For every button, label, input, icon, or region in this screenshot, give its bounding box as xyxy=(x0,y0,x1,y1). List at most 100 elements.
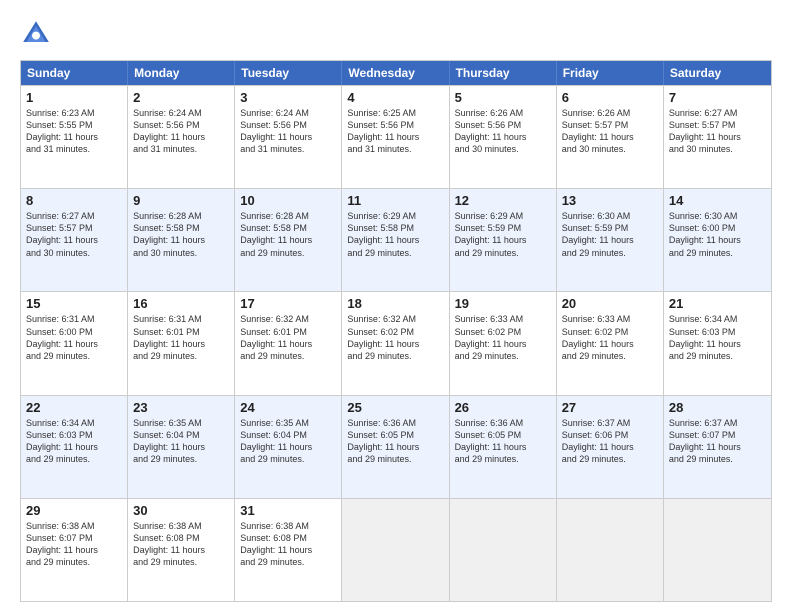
cal-header-day: Monday xyxy=(128,61,235,85)
day-number: 9 xyxy=(133,193,229,208)
day-number: 27 xyxy=(562,400,658,415)
calendar-cell xyxy=(342,499,449,601)
day-info: Sunrise: 6:31 AM Sunset: 6:00 PM Dayligh… xyxy=(26,313,122,362)
day-number: 14 xyxy=(669,193,766,208)
day-number: 16 xyxy=(133,296,229,311)
day-number: 2 xyxy=(133,90,229,105)
calendar-cell: 21 Sunrise: 6:34 AM Sunset: 6:03 PM Dayli… xyxy=(664,292,771,394)
day-info: Sunrise: 6:35 AM Sunset: 6:04 PM Dayligh… xyxy=(133,417,229,466)
calendar-cell: 1 Sunrise: 6:23 AM Sunset: 5:55 PM Daylig… xyxy=(21,86,128,188)
cal-header-day: Friday xyxy=(557,61,664,85)
day-number: 26 xyxy=(455,400,551,415)
calendar-cell: 25 Sunrise: 6:36 AM Sunset: 6:05 PM Dayli… xyxy=(342,396,449,498)
day-number: 6 xyxy=(562,90,658,105)
calendar-cell: 3 Sunrise: 6:24 AM Sunset: 5:56 PM Daylig… xyxy=(235,86,342,188)
calendar-cell: 2Sunrise: 6:24 AM Sunset: 5:56 PM Daylig… xyxy=(128,86,235,188)
day-number: 12 xyxy=(455,193,551,208)
header xyxy=(20,18,772,50)
calendar-cell: 13 Sunrise: 6:30 AM Sunset: 5:59 PM Dayli… xyxy=(557,189,664,291)
calendar-week: 15 Sunrise: 6:31 AM Sunset: 6:00 PM Dayli… xyxy=(21,291,771,394)
calendar: SundayMondayTuesdayWednesdayThursdayFrid… xyxy=(20,60,772,602)
calendar-cell: 27 Sunrise: 6:37 AM Sunset: 6:06 PM Dayli… xyxy=(557,396,664,498)
calendar-cell: 6 Sunrise: 6:26 AM Sunset: 5:57 PM Daylig… xyxy=(557,86,664,188)
day-number: 1 xyxy=(26,90,122,105)
day-info: Sunrise: 6:25 AM Sunset: 5:56 PM Dayligh… xyxy=(347,107,443,156)
day-info: Sunrise: 6:26 AM Sunset: 5:57 PM Dayligh… xyxy=(562,107,658,156)
day-number: 7 xyxy=(669,90,766,105)
day-info: Sunrise: 6:37 AM Sunset: 6:07 PM Dayligh… xyxy=(669,417,766,466)
calendar-cell: 24Sunrise: 6:35 AM Sunset: 6:04 PM Dayli… xyxy=(235,396,342,498)
calendar-cell: 31 Sunrise: 6:38 AM Sunset: 6:08 PM Dayli… xyxy=(235,499,342,601)
day-number: 21 xyxy=(669,296,766,311)
calendar-cell: 23 Sunrise: 6:35 AM Sunset: 6:04 PM Dayli… xyxy=(128,396,235,498)
day-number: 4 xyxy=(347,90,443,105)
cal-header-day: Thursday xyxy=(450,61,557,85)
calendar-cell: 16 Sunrise: 6:31 AM Sunset: 6:01 PM Dayli… xyxy=(128,292,235,394)
day-number: 23 xyxy=(133,400,229,415)
day-number: 17 xyxy=(240,296,336,311)
calendar-cell xyxy=(450,499,557,601)
calendar-cell: 26 Sunrise: 6:36 AM Sunset: 6:05 PM Dayli… xyxy=(450,396,557,498)
day-number: 22 xyxy=(26,400,122,415)
day-number: 13 xyxy=(562,193,658,208)
day-info: Sunrise: 6:24 AM Sunset: 5:56 PM Dayligh… xyxy=(240,107,336,156)
day-info: Sunrise: 6:28 AM Sunset: 5:58 PM Dayligh… xyxy=(240,210,336,259)
calendar-week: 1 Sunrise: 6:23 AM Sunset: 5:55 PM Daylig… xyxy=(21,85,771,188)
calendar-cell: 11 Sunrise: 6:29 AM Sunset: 5:58 PM Dayli… xyxy=(342,189,449,291)
day-info: Sunrise: 6:27 AM Sunset: 5:57 PM Dayligh… xyxy=(26,210,122,259)
day-info: Sunrise: 6:36 AM Sunset: 6:05 PM Dayligh… xyxy=(347,417,443,466)
day-number: 3 xyxy=(240,90,336,105)
page: SundayMondayTuesdayWednesdayThursdayFrid… xyxy=(0,0,792,612)
day-number: 5 xyxy=(455,90,551,105)
day-info: Sunrise: 6:30 AM Sunset: 6:00 PM Dayligh… xyxy=(669,210,766,259)
day-number: 31 xyxy=(240,503,336,518)
calendar-cell: 9 Sunrise: 6:28 AM Sunset: 5:58 PM Daylig… xyxy=(128,189,235,291)
day-info: Sunrise: 6:27 AM Sunset: 5:57 PM Dayligh… xyxy=(669,107,766,156)
calendar-cell: 20 Sunrise: 6:33 AM Sunset: 6:02 PM Dayli… xyxy=(557,292,664,394)
day-info: Sunrise: 6:29 AM Sunset: 5:59 PM Dayligh… xyxy=(455,210,551,259)
calendar-cell: 18Sunrise: 6:32 AM Sunset: 6:02 PM Dayli… xyxy=(342,292,449,394)
calendar-cell: 10 Sunrise: 6:28 AM Sunset: 5:58 PM Dayli… xyxy=(235,189,342,291)
day-info: Sunrise: 6:30 AM Sunset: 5:59 PM Dayligh… xyxy=(562,210,658,259)
calendar-cell: 19Sunrise: 6:33 AM Sunset: 6:02 PM Dayli… xyxy=(450,292,557,394)
cal-header-day: Wednesday xyxy=(342,61,449,85)
calendar-week: 29 Sunrise: 6:38 AM Sunset: 6:07 PM Dayli… xyxy=(21,498,771,601)
day-info: Sunrise: 6:38 AM Sunset: 6:07 PM Dayligh… xyxy=(26,520,122,569)
day-info: Sunrise: 6:37 AM Sunset: 6:06 PM Dayligh… xyxy=(562,417,658,466)
day-number: 19 xyxy=(455,296,551,311)
calendar-header: SundayMondayTuesdayWednesdayThursdayFrid… xyxy=(21,61,771,85)
day-number: 15 xyxy=(26,296,122,311)
day-info: Sunrise: 6:34 AM Sunset: 6:03 PM Dayligh… xyxy=(669,313,766,362)
day-info: Sunrise: 6:33 AM Sunset: 6:02 PM Dayligh… xyxy=(562,313,658,362)
calendar-cell xyxy=(557,499,664,601)
day-info: Sunrise: 6:23 AM Sunset: 5:55 PM Dayligh… xyxy=(26,107,122,156)
day-number: 10 xyxy=(240,193,336,208)
calendar-cell: 7 Sunrise: 6:27 AM Sunset: 5:57 PM Daylig… xyxy=(664,86,771,188)
day-info: Sunrise: 6:32 AM Sunset: 6:02 PM Dayligh… xyxy=(347,313,443,362)
day-info: Sunrise: 6:35 AM Sunset: 6:04 PM Dayligh… xyxy=(240,417,336,466)
cal-header-day: Tuesday xyxy=(235,61,342,85)
calendar-cell: 22Sunrise: 6:34 AM Sunset: 6:03 PM Dayli… xyxy=(21,396,128,498)
calendar-body: 1 Sunrise: 6:23 AM Sunset: 5:55 PM Daylig… xyxy=(21,85,771,601)
calendar-cell: 15 Sunrise: 6:31 AM Sunset: 6:00 PM Dayli… xyxy=(21,292,128,394)
calendar-week: 8Sunrise: 6:27 AM Sunset: 5:57 PM Daylig… xyxy=(21,188,771,291)
cal-header-day: Saturday xyxy=(664,61,771,85)
day-info: Sunrise: 6:36 AM Sunset: 6:05 PM Dayligh… xyxy=(455,417,551,466)
day-info: Sunrise: 6:31 AM Sunset: 6:01 PM Dayligh… xyxy=(133,313,229,362)
calendar-cell: 8Sunrise: 6:27 AM Sunset: 5:57 PM Daylig… xyxy=(21,189,128,291)
day-info: Sunrise: 6:26 AM Sunset: 5:56 PM Dayligh… xyxy=(455,107,551,156)
day-info: Sunrise: 6:28 AM Sunset: 5:58 PM Dayligh… xyxy=(133,210,229,259)
logo-icon xyxy=(20,18,52,50)
calendar-week: 22Sunrise: 6:34 AM Sunset: 6:03 PM Dayli… xyxy=(21,395,771,498)
day-number: 20 xyxy=(562,296,658,311)
calendar-cell: 12 Sunrise: 6:29 AM Sunset: 5:59 PM Dayli… xyxy=(450,189,557,291)
day-info: Sunrise: 6:38 AM Sunset: 6:08 PM Dayligh… xyxy=(240,520,336,569)
day-number: 29 xyxy=(26,503,122,518)
day-number: 25 xyxy=(347,400,443,415)
calendar-cell: 29 Sunrise: 6:38 AM Sunset: 6:07 PM Dayli… xyxy=(21,499,128,601)
day-info: Sunrise: 6:29 AM Sunset: 5:58 PM Dayligh… xyxy=(347,210,443,259)
calendar-cell: 5 Sunrise: 6:26 AM Sunset: 5:56 PM Daylig… xyxy=(450,86,557,188)
calendar-cell xyxy=(664,499,771,601)
day-number: 11 xyxy=(347,193,443,208)
calendar-cell: 28Sunrise: 6:37 AM Sunset: 6:07 PM Dayli… xyxy=(664,396,771,498)
